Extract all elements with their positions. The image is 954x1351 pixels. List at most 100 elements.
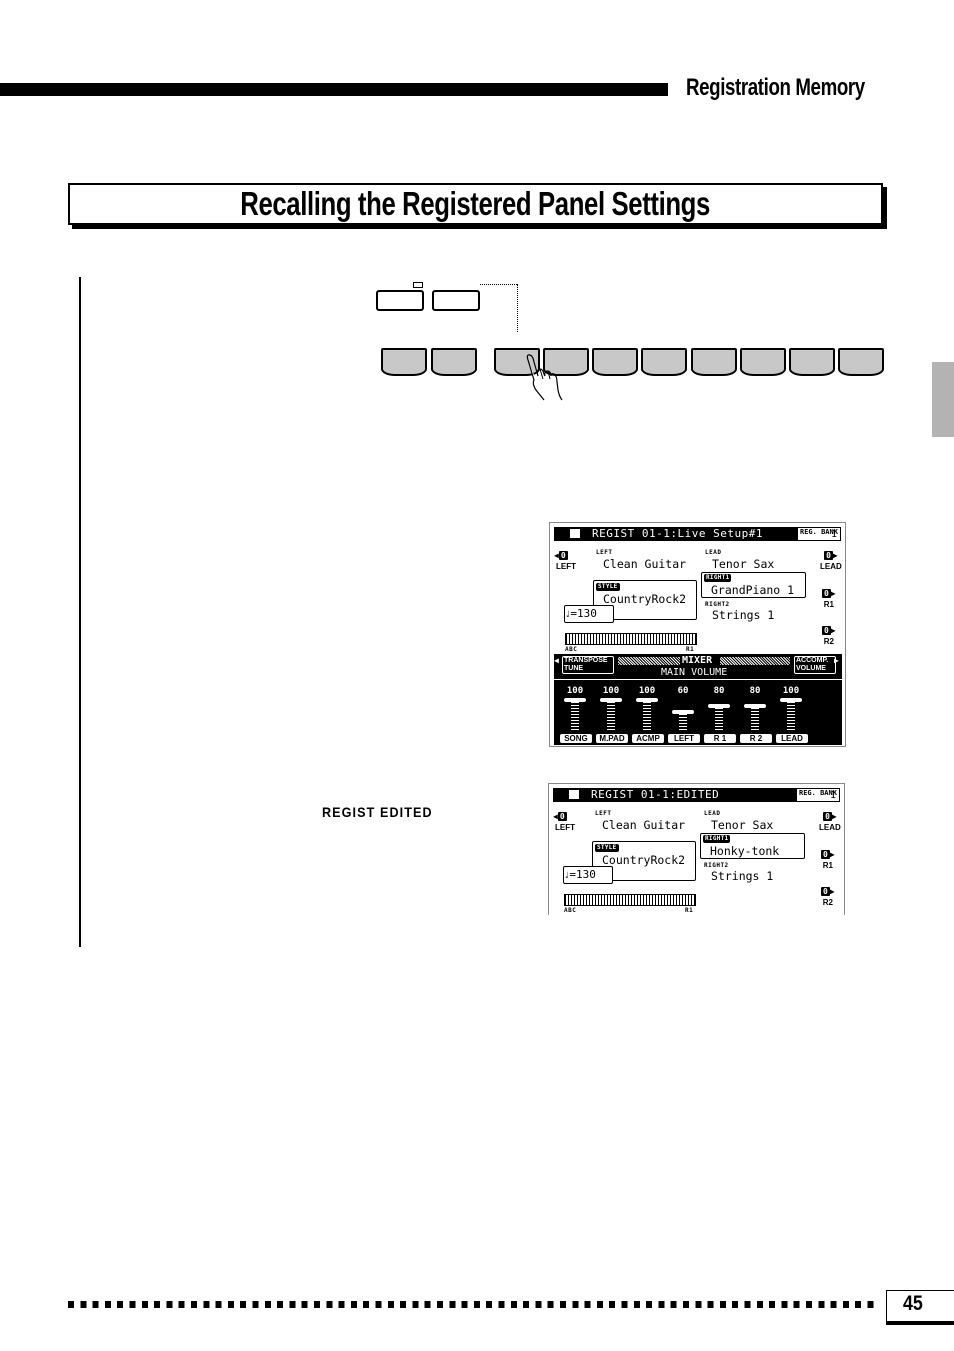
registration-button-8[interactable] [740, 348, 786, 376]
r2-octave-control[interactable]: 0 ▶ R2 [822, 618, 836, 646]
tempo-box[interactable]: ♩=130 [564, 605, 614, 623]
registration-button-2[interactable] [431, 348, 477, 376]
arrow-right-icon: ▶ [830, 626, 836, 635]
tempo-box[interactable]: ♩=130 [563, 866, 613, 884]
fader-track [715, 708, 723, 732]
fader-value: 80 [713, 686, 725, 696]
lcd-screen-regist-edited: REGIST 01-1:EDITED REG. BANK 1 ◀ 0 LEFT L… [548, 783, 845, 915]
chapter-thumb-tab [932, 362, 954, 437]
led-indicator [413, 282, 423, 288]
fader-label[interactable]: M.PAD [596, 734, 628, 743]
fader-value: 100 [566, 686, 584, 696]
registration-button-9[interactable] [789, 348, 835, 376]
fader-track [607, 702, 615, 732]
lead-octave-control[interactable]: 0 ▶ LEAD [819, 804, 841, 832]
fader-knob[interactable] [780, 698, 802, 702]
fader-label[interactable]: LEAD [776, 734, 808, 743]
fader-label[interactable]: ACMP [632, 734, 664, 743]
registration-button-10[interactable] [838, 348, 884, 376]
r2-octave-control[interactable]: 0 ▶ R2 [821, 879, 835, 907]
lcd-screen-regist-live: REGIST 01-1:Live Setup#1 REG. BANK 1 ◀ 0 … [549, 522, 846, 747]
r1-octave-control[interactable]: 0 ▶ R1 [822, 581, 836, 609]
accomp-volume-button[interactable]: ACCOMP. VOLUME [794, 656, 836, 674]
fader-knob[interactable] [672, 710, 694, 714]
left-voice[interactable]: Clean Guitar [602, 818, 685, 832]
lead-octave-control[interactable]: 0 ▶ LEAD [820, 543, 842, 571]
keyboard-left-label: ABC [565, 646, 578, 653]
regist-icon [570, 529, 580, 538]
fader-track [787, 702, 795, 732]
registration-button-7[interactable] [691, 348, 737, 376]
left-part-tag: LEFT [596, 549, 613, 556]
fader-knob[interactable] [636, 698, 658, 702]
fader-label[interactable]: SONG [560, 734, 592, 743]
fader-knob[interactable] [744, 704, 766, 708]
keyboard-split-graphic [565, 633, 697, 645]
left-octave-control[interactable]: ◀ 0 LEFT [553, 804, 575, 832]
keyboard-split-graphic [564, 894, 696, 906]
left-voice[interactable]: Clean Guitar [603, 557, 686, 571]
fader-value: 100 [602, 686, 620, 696]
lead-voice[interactable]: Tenor Sax [712, 557, 774, 571]
memory-button[interactable] [376, 290, 424, 311]
fader-value: 60 [677, 686, 689, 696]
lead-voice[interactable]: Tenor Sax [711, 818, 773, 832]
style-name: CountryRock2 [603, 592, 687, 606]
header-rule [0, 83, 668, 96]
arrow-right-icon: ▶ [829, 850, 835, 859]
right1-voice: Honky-tonk [710, 844, 780, 858]
fader-label[interactable]: R 2 [740, 734, 772, 743]
right1-box[interactable]: RIGHT1 GrandPiano 1 [701, 572, 806, 598]
registration-button-5[interactable] [592, 348, 638, 376]
callout-line [480, 284, 517, 285]
reg-bank-value: 1 [830, 529, 837, 540]
registration-button-1[interactable] [381, 348, 427, 376]
reg-bank-value: 1 [829, 790, 836, 801]
right2-voice[interactable]: Strings 1 [712, 608, 774, 622]
mixer-pattern [618, 657, 680, 665]
transpose-tune-button[interactable]: TRANSPOSE TUNE [562, 656, 614, 674]
reg-bank-indicator: REG. BANK 1 [796, 788, 840, 802]
arrow-right-icon: ▶ [832, 551, 838, 560]
margin-rule [79, 277, 81, 947]
screen-title: REGIST 01-1:EDITED [591, 788, 720, 801]
right2-voice[interactable]: Strings 1 [711, 869, 773, 883]
screen-title-bar: REGIST 01-1:EDITED REG. BANK 1 [553, 788, 840, 802]
bank-button[interactable] [432, 290, 480, 311]
mixer-pattern [720, 657, 790, 665]
r1-octave-control[interactable]: 0 ▶ R1 [821, 842, 835, 870]
keyboard-right-label: R1 [685, 907, 694, 914]
keyboard-left-label: ABC [564, 907, 577, 914]
fader-value: 100 [782, 686, 800, 696]
fader-label[interactable]: R 1 [704, 734, 736, 743]
fader-track [751, 708, 759, 732]
regist-icon [569, 790, 579, 799]
right1-voice: GrandPiano 1 [711, 583, 795, 597]
chapter-title: Registration Memory [686, 74, 865, 101]
section-heading-box: Recalling the Registered Panel Settings [68, 183, 883, 225]
right1-box[interactable]: RIGHT1 Honky-tonk [700, 833, 805, 859]
fader-knob[interactable] [564, 698, 586, 702]
reg-bank-indicator: REG. BANK 1 [797, 527, 841, 541]
arrow-right-icon: ▶ [834, 656, 839, 665]
fader-knob[interactable] [708, 704, 730, 708]
divider [554, 679, 842, 680]
screen-title: REGIST 01-1:Live Setup#1 [592, 527, 763, 540]
mixer-title: MIXER [682, 655, 713, 666]
fader-value: 80 [749, 686, 761, 696]
footer-dotted-rule [68, 1301, 878, 1308]
regist-edited-label: REGIST EDITED [322, 804, 433, 820]
style-name: CountryRock2 [602, 853, 686, 867]
pointing-hand-icon [526, 354, 563, 401]
arrow-right-icon: ▶ [829, 887, 835, 896]
registration-button-6[interactable] [641, 348, 687, 376]
fader-label[interactable]: LEFT [668, 734, 700, 743]
arrow-right-icon: ▶ [830, 589, 836, 598]
left-octave-control[interactable]: ◀ 0 LEFT [554, 543, 576, 571]
page-number: 45 [903, 1292, 923, 1315]
fader-knob[interactable] [600, 698, 622, 702]
fader-track [643, 702, 651, 732]
screen-title-bar: REGIST 01-1:Live Setup#1 REG. BANK 1 [554, 527, 841, 541]
arrow-left-icon: ◀ [554, 656, 559, 665]
lead-part-tag: LEAD [704, 810, 721, 817]
